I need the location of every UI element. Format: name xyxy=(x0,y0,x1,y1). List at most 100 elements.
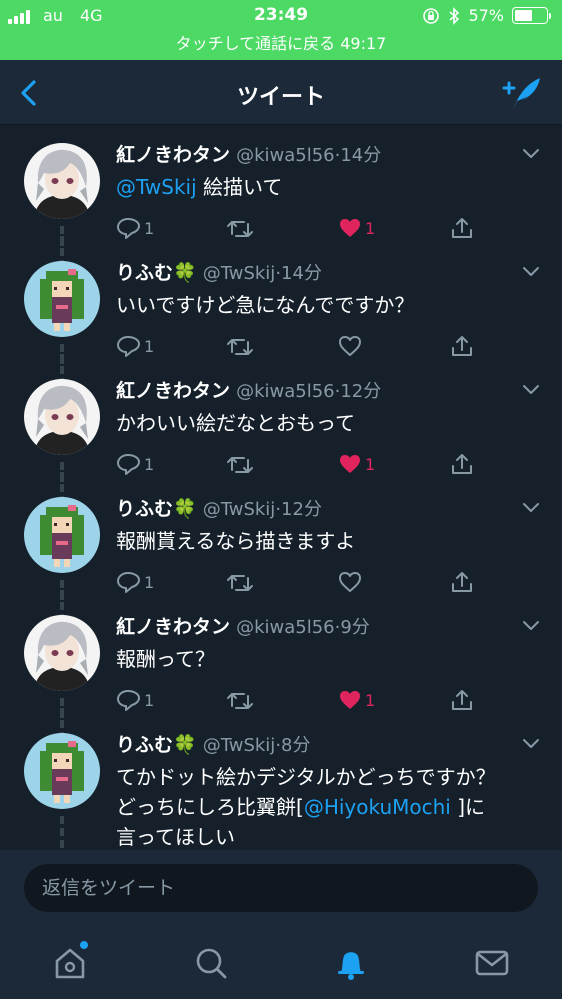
status-bar: au 4G 23:49 57% xyxy=(0,0,562,33)
tab-notifications[interactable] xyxy=(331,943,371,983)
reply-input[interactable]: 返信をツイート xyxy=(24,864,538,912)
avatar[interactable] xyxy=(24,497,100,573)
reply-button[interactable]: 1 xyxy=(116,569,154,595)
tab-search[interactable] xyxy=(191,943,231,983)
retweet-button[interactable] xyxy=(226,451,254,477)
tweet-text-segment: 絵描いて xyxy=(203,175,283,199)
avatar[interactable] xyxy=(24,261,100,337)
like-button[interactable]: 1 xyxy=(338,687,375,713)
reply-icon xyxy=(117,336,140,357)
like-button[interactable] xyxy=(338,569,362,595)
mention-link[interactable]: @TwSkij xyxy=(116,175,197,199)
author-name[interactable]: りふむ🍀 xyxy=(116,498,197,520)
avatar[interactable] xyxy=(24,379,100,455)
share-button[interactable] xyxy=(450,687,474,713)
chevron-down-icon[interactable] xyxy=(522,738,540,750)
retweet-button[interactable] xyxy=(226,215,254,241)
retweet-button[interactable] xyxy=(226,687,254,713)
tweet: りふむ🍀 @TwSkij·8分てかドット絵かデジタルかどっちですか？ どっちにしろ… xyxy=(0,708,562,850)
return-to-call-banner[interactable]: タッチして通話に戻る 49:17 xyxy=(0,33,562,60)
tweet-text: 報酬って？ xyxy=(116,647,215,671)
tweet-text-segment: ]に xyxy=(450,795,486,819)
tweet-timestamp: 12分 xyxy=(281,499,322,520)
like-button[interactable]: 1 xyxy=(338,451,375,477)
author-handle[interactable]: @TwSkij xyxy=(203,499,276,520)
share-button[interactable] xyxy=(450,215,474,241)
avatar-image xyxy=(24,143,100,219)
messages-icon xyxy=(475,950,509,976)
retweet-button[interactable] xyxy=(226,333,254,359)
tweet-timestamp: 8分 xyxy=(281,735,311,756)
author-handle[interactable]: @kiwa5l56 xyxy=(236,617,335,638)
reply-icon xyxy=(117,454,140,475)
reply-icon xyxy=(117,690,140,711)
chevron-down-icon[interactable] xyxy=(522,502,540,514)
compose-tweet-icon[interactable] xyxy=(500,74,544,112)
tab-home[interactable] xyxy=(50,941,90,983)
reply-button[interactable]: 1 xyxy=(116,215,154,241)
retweet-icon xyxy=(227,575,253,591)
heart-icon xyxy=(340,219,360,237)
retweet-icon xyxy=(227,339,253,355)
tab-bar xyxy=(0,925,562,999)
tweet-timestamp: 14分 xyxy=(340,145,382,166)
thread-line xyxy=(60,708,64,734)
battery-icon xyxy=(512,7,551,24)
like-button[interactable]: 1 xyxy=(338,215,375,241)
tweet-text: かわいい絵だなとおもって xyxy=(116,411,355,435)
author-name[interactable]: りふむ🍀 xyxy=(116,734,197,756)
author-name[interactable]: 紅ノきわタン xyxy=(116,616,230,638)
author-name[interactable]: りふむ🍀 xyxy=(116,262,197,284)
unread-dot xyxy=(80,941,88,949)
tweet-header: りふむ🍀 @TwSkij·8分 xyxy=(116,730,311,757)
author-handle[interactable]: @TwSkij xyxy=(203,263,276,284)
avatar-image xyxy=(24,379,100,455)
share-button[interactable] xyxy=(450,569,474,595)
tweet-timestamp: 12分 xyxy=(340,381,382,402)
author-handle[interactable]: @kiwa5l56 xyxy=(236,145,335,166)
tweet-actions: 1 xyxy=(116,333,496,359)
tweet-actions: 1 xyxy=(116,569,496,595)
notifications-icon xyxy=(338,952,364,980)
share-icon xyxy=(452,572,472,592)
tweet: 紅ノきわタン @kiwa5l56·14分 @TwSkij 絵描いて 1 1 xyxy=(0,126,562,256)
like-count: 1 xyxy=(365,218,376,238)
tweet-timestamp: 14分 xyxy=(281,263,322,284)
reply-button[interactable]: 1 xyxy=(116,333,154,359)
avatar-image xyxy=(24,497,100,573)
tweet-timestamp: 9分 xyxy=(340,617,370,638)
mention-link[interactable]: @HiyokuMochi xyxy=(304,795,451,819)
retweet-button[interactable] xyxy=(226,569,254,595)
reply-button[interactable]: 1 xyxy=(116,451,154,477)
bluetooth-icon xyxy=(449,6,460,25)
like-count: 1 xyxy=(365,690,376,710)
chevron-down-icon[interactable] xyxy=(522,620,540,632)
reply-button[interactable]: 1 xyxy=(116,687,154,713)
avatar[interactable] xyxy=(24,733,100,809)
tab-messages[interactable] xyxy=(472,943,512,983)
author-handle[interactable]: @kiwa5l56 xyxy=(236,381,335,402)
reply-count: 1 xyxy=(144,572,155,592)
author-handle[interactable]: @TwSkij xyxy=(203,735,276,756)
retweet-icon xyxy=(227,221,253,237)
tweet: りふむ🍀 @TwSkij·14分 いいですけど急になんでですか？ 1 xyxy=(0,236,562,374)
heart-icon xyxy=(339,572,361,592)
author-name[interactable]: 紅ノきわタン xyxy=(116,144,230,166)
like-button[interactable] xyxy=(338,333,362,359)
tweet-text: てかドット絵かデジタルかどっちですか？ どっちにしろ比翼餅[@HiyokuMoch… xyxy=(116,762,546,850)
chevron-down-icon[interactable] xyxy=(522,384,540,396)
share-button[interactable] xyxy=(450,333,474,359)
tweet: 紅ノきわタン @kiwa5l56·12分 かわいい絵だなとおもって 1 1 xyxy=(0,354,562,492)
chevron-down-icon[interactable] xyxy=(522,148,540,160)
share-button[interactable] xyxy=(450,451,474,477)
nav-bar: ツイート xyxy=(0,60,562,125)
author-name[interactable]: 紅ノきわタン xyxy=(116,380,230,402)
chevron-down-icon[interactable] xyxy=(522,266,540,278)
avatar-image xyxy=(24,261,100,337)
avatar-image xyxy=(24,733,100,809)
reply-count: 1 xyxy=(144,454,155,474)
avatar[interactable] xyxy=(24,143,100,219)
avatar[interactable] xyxy=(24,615,100,691)
avatar-image xyxy=(24,615,100,691)
thread-line xyxy=(60,590,64,616)
